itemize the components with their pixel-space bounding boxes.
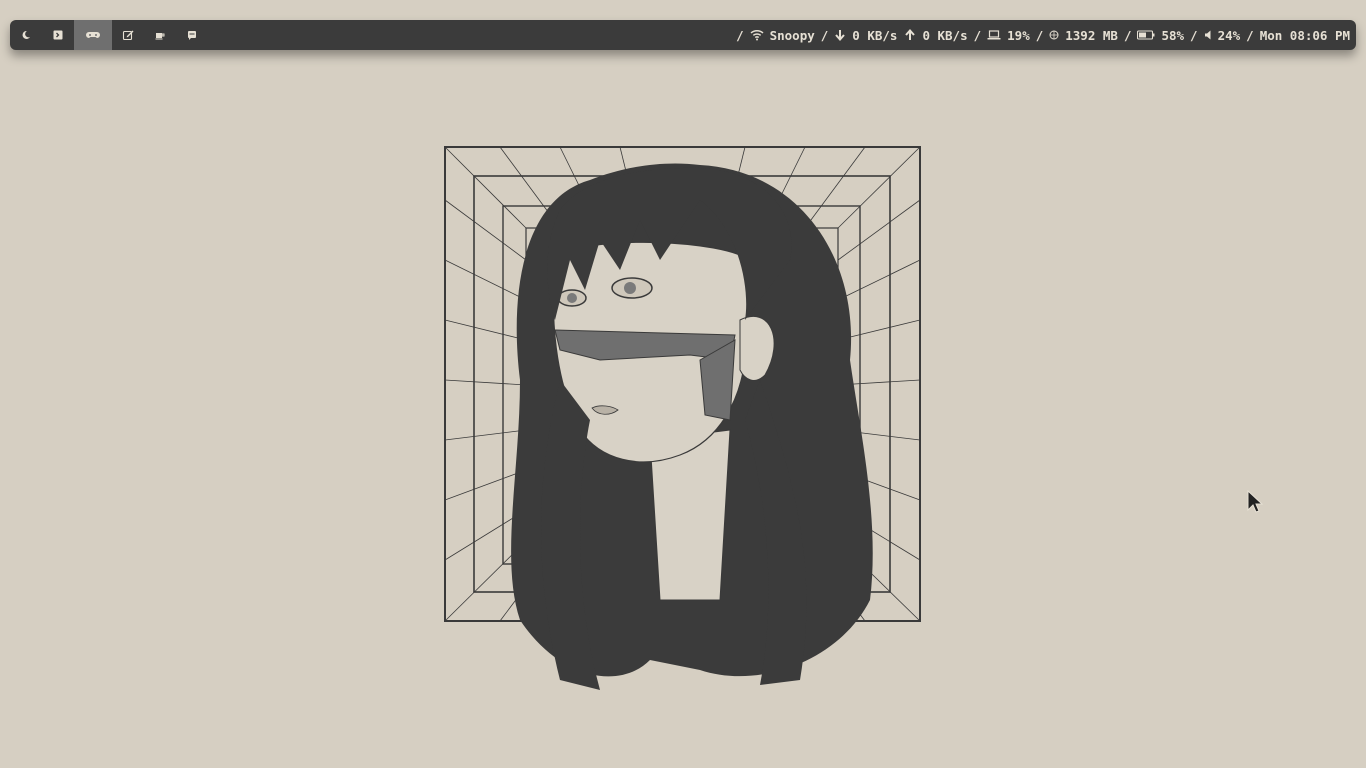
- workspace-3[interactable]: [74, 20, 112, 50]
- arrow-down-icon: [835, 30, 846, 41]
- wallpaper-illustration: [444, 146, 921, 690]
- cpu-module: 19%: [987, 28, 1030, 43]
- workspace-4[interactable]: [112, 20, 144, 50]
- upload-speed-value: 0 KB/s: [922, 27, 968, 43]
- workspace-2[interactable]: [42, 20, 74, 50]
- workspace-5[interactable]: [144, 20, 176, 50]
- download-speed-value: 0 KB/s: [852, 27, 898, 43]
- desktop: / Snoopy / 0 KB/s 0 KB/s / 19% / 1392 MB…: [0, 0, 1366, 768]
- cpu-value: 19%: [1007, 27, 1030, 43]
- volume-value: 24%: [1217, 27, 1241, 43]
- workspace-switcher: [10, 20, 208, 50]
- separator: /: [736, 27, 744, 43]
- workspace-6[interactable]: [176, 20, 208, 50]
- separator: /: [973, 27, 982, 43]
- wifi-ssid: Snoopy: [769, 27, 815, 43]
- separator: /: [820, 27, 829, 43]
- download-speed: 0 KB/s: [834, 28, 897, 43]
- wifi-icon: [750, 29, 764, 41]
- memory-value: 1392 MB: [1065, 27, 1118, 43]
- workspace-1[interactable]: [10, 20, 42, 50]
- separator: /: [1190, 27, 1198, 43]
- wifi-module[interactable]: Snoopy: [750, 28, 815, 43]
- coffee-icon: [155, 33, 165, 40]
- girl-portrait: [511, 163, 873, 690]
- memory-module: 1392 MB: [1049, 28, 1118, 43]
- upload-speed: 0 KB/s: [904, 27, 968, 43]
- moon-icon: [22, 30, 30, 39]
- status-modules: / Snoopy / 0 KB/s 0 KB/s / 19% / 1392 MB…: [730, 28, 1356, 43]
- battery-value: 58%: [1161, 27, 1185, 43]
- top-status-bar: / Snoopy / 0 KB/s 0 KB/s / 19% / 1392 MB…: [10, 20, 1356, 50]
- arrow-up-icon: [905, 29, 916, 40]
- speaker-icon: [1204, 30, 1211, 40]
- separator: /: [1246, 27, 1254, 43]
- separator: /: [1123, 27, 1132, 43]
- clock[interactable]: Mon 08:06 PM: [1260, 28, 1350, 43]
- chat-icon: [188, 31, 196, 40]
- laptop-icon: [987, 30, 1001, 40]
- battery-icon: [1137, 30, 1155, 40]
- mouse-pointer-icon: [1247, 490, 1264, 513]
- volume-module[interactable]: 24%: [1204, 27, 1241, 43]
- battery-module: 58%: [1137, 28, 1184, 43]
- separator: /: [1035, 27, 1044, 43]
- gamepad-icon: [86, 32, 100, 38]
- terminal-icon: [53, 30, 63, 40]
- edit-icon: [122, 30, 134, 41]
- memory-icon: [1049, 30, 1059, 40]
